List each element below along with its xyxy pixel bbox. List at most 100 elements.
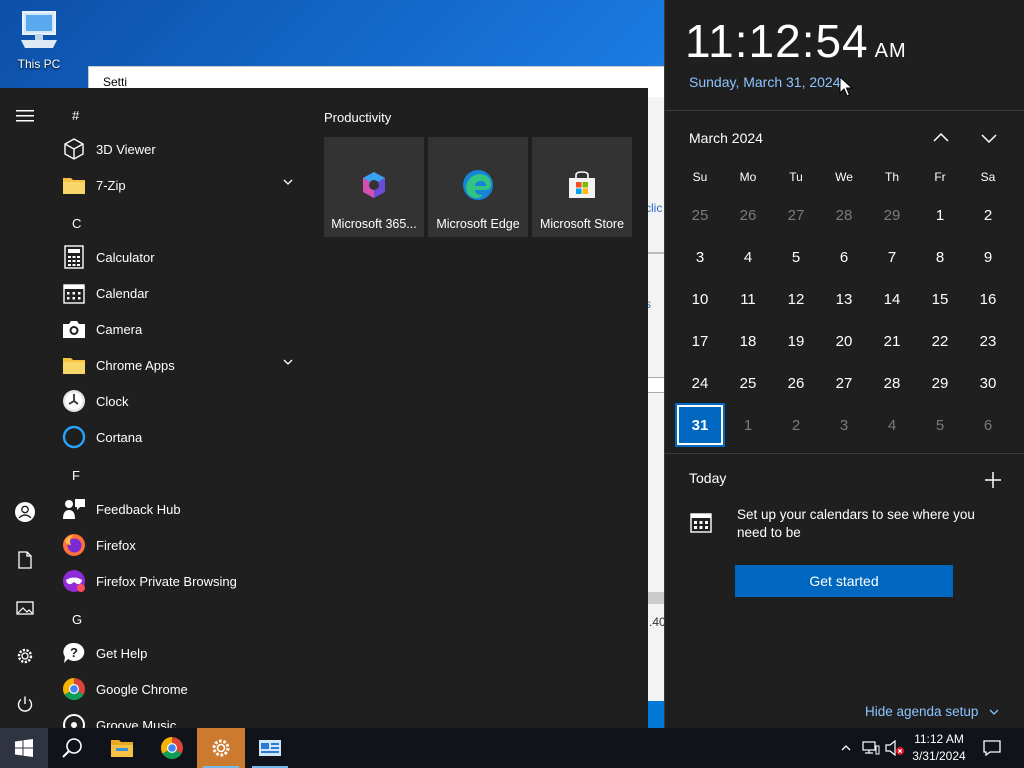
previous-month-button[interactable]: [929, 128, 953, 148]
taskbar-settings[interactable]: [197, 728, 245, 768]
desktop-icon-label: This PC: [17, 57, 61, 71]
add-event-button[interactable]: [983, 470, 1003, 490]
calendar-day[interactable]: 9: [965, 237, 1011, 277]
app-list[interactable]: # 3D Viewer 7-Zip C Calculator Calendar …: [56, 88, 306, 728]
calendar-day[interactable]: 23: [965, 321, 1011, 361]
calendar-day[interactable]: 5: [773, 237, 819, 277]
calendar-day[interactable]: 28: [821, 195, 867, 235]
calendar-day[interactable]: 1: [917, 195, 963, 235]
documents-button[interactable]: [13, 548, 37, 572]
calendar-day[interactable]: 17: [677, 321, 723, 361]
calendar-day[interactable]: 26: [725, 195, 771, 235]
account-button[interactable]: [13, 500, 37, 524]
calendar-day[interactable]: 11: [725, 279, 771, 319]
this-pc-desktop-icon[interactable]: This PC: [10, 8, 68, 71]
tile-microsoft-edge[interactable]: Microsoft Edge: [428, 137, 528, 237]
taskbar-clock[interactable]: 11:12 AM 3/31/2024: [906, 731, 972, 765]
network-tray-button[interactable]: [860, 728, 882, 768]
calendar-day[interactable]: 27: [773, 195, 819, 235]
letter-header[interactable]: #: [72, 108, 79, 123]
app-clock[interactable]: Clock: [62, 383, 304, 419]
app-calculator[interactable]: Calculator: [62, 239, 304, 275]
calendar-day[interactable]: 4: [725, 237, 771, 277]
tile-microsoft-365[interactable]: Microsoft 365...: [324, 137, 424, 237]
app-label: Clock: [96, 393, 129, 409]
taskbar-google-chrome[interactable]: [148, 728, 196, 768]
calendar-day[interactable]: 21: [869, 321, 915, 361]
calendar-day[interactable]: 20: [821, 321, 867, 361]
taskbar-file-explorer[interactable]: [98, 728, 146, 768]
calendar-day[interactable]: 29: [869, 195, 915, 235]
feedback-icon: [62, 497, 86, 521]
app-get-help[interactable]: ? Get Help: [62, 635, 304, 671]
app-cortana[interactable]: Cortana: [62, 419, 304, 455]
volume-tray-button[interactable]: [884, 728, 906, 768]
taskbar-control-panel[interactable]: [246, 728, 294, 768]
app-camera[interactable]: Camera: [62, 311, 304, 347]
app-7zip-folder[interactable]: 7-Zip: [62, 167, 304, 203]
next-month-button[interactable]: [977, 128, 1001, 148]
tile-microsoft-store[interactable]: Microsoft Store: [532, 137, 632, 237]
letter-header[interactable]: G: [72, 612, 82, 627]
calendar-day[interactable]: 27: [821, 363, 867, 403]
power-button[interactable]: [13, 692, 37, 716]
letter-header[interactable]: C: [72, 216, 81, 231]
calendar-day[interactable]: 3: [677, 237, 723, 277]
action-center-button[interactable]: [980, 728, 1004, 768]
calendar-day[interactable]: 18: [725, 321, 771, 361]
app-calendar[interactable]: Calendar: [62, 275, 304, 311]
app-feedback-hub[interactable]: Feedback Hub: [62, 491, 304, 527]
calendar-day[interactable]: 12: [773, 279, 819, 319]
calendar-day[interactable]: 8: [917, 237, 963, 277]
calendar-day[interactable]: 2: [965, 195, 1011, 235]
app-google-chrome[interactable]: Google Chrome: [62, 671, 304, 707]
app-firefox-private[interactable]: Firefox Private Browsing: [62, 563, 304, 599]
app-chrome-apps-folder[interactable]: Chrome Apps: [62, 347, 304, 383]
tile-label: Microsoft Store: [539, 217, 625, 231]
long-date-link[interactable]: Sunday, March 31, 2024: [689, 74, 841, 90]
calendar-day[interactable]: 16: [965, 279, 1011, 319]
calendar-day[interactable]: 19: [773, 321, 819, 361]
letter-header[interactable]: F: [72, 468, 80, 483]
start-menu: # 3D Viewer 7-Zip C Calculator Calendar …: [0, 88, 648, 728]
pictures-button[interactable]: [13, 596, 37, 620]
calendar-day[interactable]: 7: [869, 237, 915, 277]
calendar-day[interactable]: 2: [773, 405, 819, 445]
calendar-day[interactable]: 26: [773, 363, 819, 403]
calendar-day[interactable]: 10: [677, 279, 723, 319]
calendar-day[interactable]: 15: [917, 279, 963, 319]
calendar-day[interactable]: 3: [821, 405, 867, 445]
calendar-day[interactable]: 1: [725, 405, 771, 445]
month-label[interactable]: March 2024: [689, 130, 763, 146]
settings-button[interactable]: [13, 644, 37, 668]
calendar-day[interactable]: 6: [821, 237, 867, 277]
app-3d-viewer[interactable]: 3D Viewer: [62, 131, 304, 167]
start-button[interactable]: [0, 728, 48, 768]
chevron-down-icon[interactable]: [282, 358, 294, 366]
get-started-button[interactable]: Get started: [735, 565, 953, 597]
calendar-day[interactable]: 6: [965, 405, 1011, 445]
agenda-today-heading: Today: [689, 470, 727, 486]
show-hidden-icons-button[interactable]: [836, 728, 856, 768]
calendar-day[interactable]: 13: [821, 279, 867, 319]
calendar-day[interactable]: 14: [869, 279, 915, 319]
app-groove-music[interactable]: Groove Music: [62, 707, 304, 728]
app-firefox[interactable]: Firefox: [62, 527, 304, 563]
calendar-day[interactable]: 28: [869, 363, 915, 403]
calendar-day[interactable]: 29: [917, 363, 963, 403]
power-icon: [17, 696, 33, 712]
calendar-day[interactable]: 5: [917, 405, 963, 445]
calendar-day-today[interactable]: 31: [675, 403, 725, 447]
app-label: Firefox: [96, 537, 136, 553]
chevron-down-icon[interactable]: [282, 178, 294, 186]
hamburger-menu-button[interactable]: [13, 104, 37, 128]
search-button[interactable]: [48, 728, 96, 768]
calendar-day[interactable]: 25: [725, 363, 771, 403]
calendar-day[interactable]: 30: [965, 363, 1011, 403]
calendar-day[interactable]: 4: [869, 405, 915, 445]
hide-agenda-setup-link[interactable]: Hide agenda setup: [865, 704, 1000, 719]
calendar-day[interactable]: 25: [677, 195, 723, 235]
tiles-group-heading[interactable]: Productivity: [324, 110, 391, 125]
calendar-day[interactable]: 24: [677, 363, 723, 403]
calendar-day[interactable]: 22: [917, 321, 963, 361]
